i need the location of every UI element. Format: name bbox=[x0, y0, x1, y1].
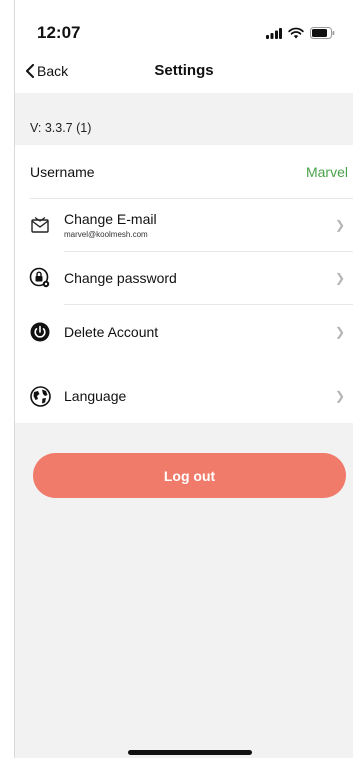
home-indicator bbox=[128, 750, 252, 755]
change-email-row[interactable]: Change E-mail marvel@koolmesh.com ❯ bbox=[15, 199, 353, 251]
username-label: Username bbox=[30, 163, 95, 180]
version-label: V: 3.3.7 (1) bbox=[30, 121, 92, 135]
chevron-right-icon: ❯ bbox=[334, 389, 345, 403]
email-value: marvel@koolmesh.com bbox=[64, 230, 148, 239]
change-password-label: Change password bbox=[64, 270, 177, 286]
language-row[interactable]: Language ❯ bbox=[15, 369, 353, 423]
settings-screen: 12:07 Back Settings V: 3.3.7 (1) Usernam… bbox=[14, 0, 353, 758]
power-icon bbox=[29, 321, 51, 343]
delete-account-row[interactable]: Delete Account ❯ bbox=[15, 305, 353, 358]
signal-icon bbox=[266, 27, 282, 39]
change-email-label: Change E-mail bbox=[64, 211, 157, 227]
language-card: Language ❯ bbox=[15, 369, 353, 423]
chevron-right-icon: ❯ bbox=[334, 324, 345, 339]
envelope-icon bbox=[29, 214, 51, 236]
chevron-right-icon: ❯ bbox=[334, 218, 345, 232]
header: 12:07 Back Settings bbox=[15, 0, 353, 93]
status-icons bbox=[266, 27, 335, 39]
language-label: Language bbox=[64, 388, 127, 404]
account-settings-card: Username Marvel Change E-mail marvel@koo… bbox=[15, 145, 353, 386]
delete-account-text: Delete Account bbox=[64, 324, 158, 340]
logout-button[interactable]: Log out bbox=[33, 453, 346, 498]
status-time: 12:07 bbox=[37, 23, 81, 42]
change-password-text: Change password bbox=[64, 270, 177, 286]
globe-icon bbox=[29, 385, 51, 407]
username-row: Username Marvel bbox=[15, 145, 353, 198]
change-password-row[interactable]: Change password ❯ bbox=[15, 252, 353, 304]
page-title: Settings bbox=[154, 62, 214, 79]
username-value: Marvel bbox=[305, 163, 348, 180]
delete-account-label: Delete Account bbox=[64, 323, 159, 340]
change-email-text: Change E-mail marvel@koolmesh.com bbox=[64, 211, 157, 239]
battery-icon bbox=[310, 27, 335, 39]
chevron-right-icon: ❯ bbox=[334, 271, 345, 285]
language-text: Language bbox=[64, 388, 126, 404]
wifi-icon bbox=[288, 27, 304, 39]
lock-gear-icon bbox=[29, 267, 51, 289]
